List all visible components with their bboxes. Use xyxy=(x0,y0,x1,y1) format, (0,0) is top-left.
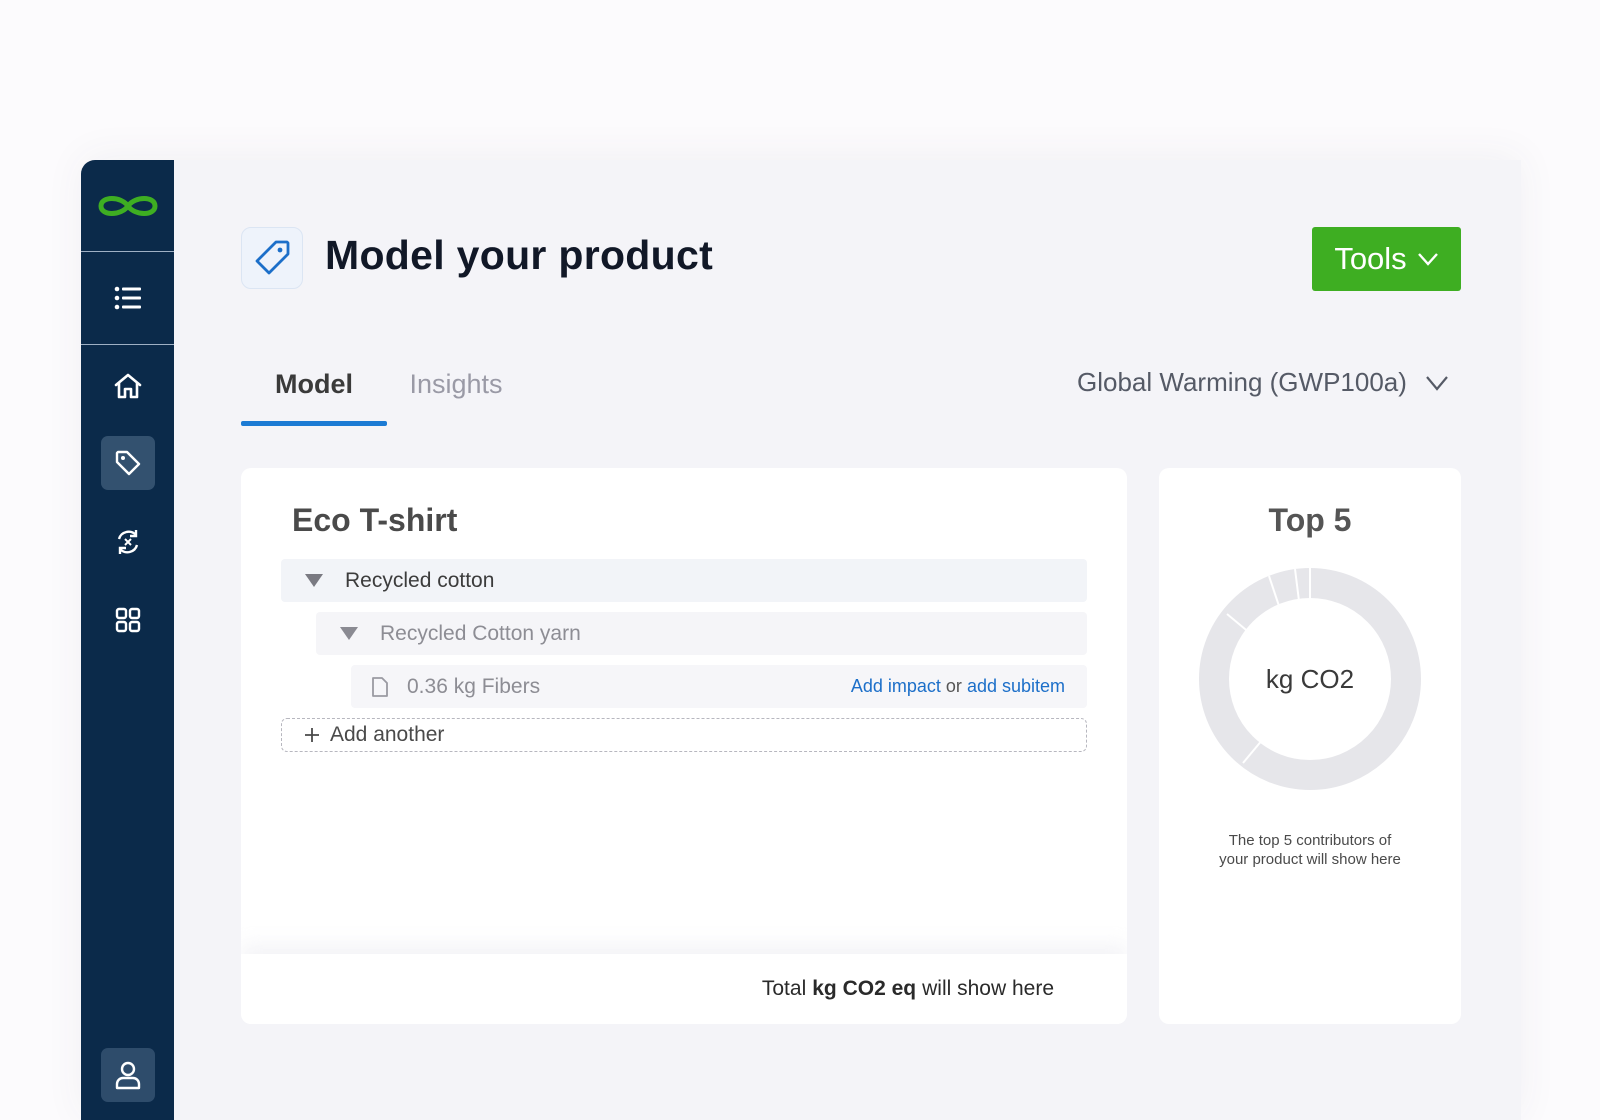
tree-item-label: Recycled cotton xyxy=(345,568,495,592)
tag-icon xyxy=(255,240,290,275)
item-actions: Add impact or add subitem xyxy=(851,676,1065,697)
recycle-icon xyxy=(117,530,139,554)
tools-button[interactable]: Tools xyxy=(1312,227,1461,291)
home-icon xyxy=(114,373,142,399)
impact-method-select[interactable]: Global Warming (GWP100a) xyxy=(1077,367,1449,398)
tree-item-label: Recycled Cotton yarn xyxy=(380,621,581,645)
sidebar xyxy=(81,160,174,1120)
top5-card: Top 5 kg CO2 The top 5 contributors of y… xyxy=(1159,468,1461,1024)
add-impact-link[interactable]: Add impact xyxy=(851,676,941,696)
add-another-label: Add another xyxy=(330,723,445,746)
total-unit: kg CO2 eq xyxy=(812,977,917,1000)
chevron-down-icon xyxy=(1417,253,1438,266)
product-name: Eco T-shirt xyxy=(292,502,458,538)
sidebar-item-apps[interactable] xyxy=(101,593,155,647)
tree-item-recycled-cotton-yarn[interactable]: Recycled Cotton yarn xyxy=(316,612,1087,655)
donut-center-label: kg CO2 xyxy=(1265,663,1355,694)
top5-title: Top 5 xyxy=(1268,502,1352,538)
tools-button-label: Tools xyxy=(1334,241,1407,276)
tree-item-label: 0.36 kg Fibers xyxy=(407,674,541,698)
top5-caption: The top 5 contributors of your product w… xyxy=(1179,831,1441,869)
page-icon xyxy=(241,227,303,289)
sidebar-item-product[interactable] xyxy=(101,436,155,490)
total-suffix: will show here xyxy=(922,977,1054,1000)
add-subitem-link[interactable]: add subitem xyxy=(967,676,1065,696)
page-title: Model your product xyxy=(325,232,714,278)
model-card: Eco T-shirt Recycled cotton Recycled Cot… xyxy=(241,468,1127,1024)
total-prefix: Total xyxy=(761,977,807,1000)
sidebar-menu-toggle[interactable] xyxy=(81,252,174,345)
infinity-logo-icon xyxy=(97,195,158,216)
sidebar-user-profile[interactable] xyxy=(101,1048,155,1102)
document-icon xyxy=(371,676,389,698)
grid-icon xyxy=(115,607,141,633)
tab-bar: Model Insights xyxy=(241,363,541,427)
tree-item-recycled-cotton[interactable]: Recycled cotton xyxy=(281,559,1087,602)
actions-separator: or xyxy=(945,676,962,696)
plus-icon xyxy=(305,728,319,742)
tree-item-fibers[interactable]: 0.36 kg Fibers Add impact or add subitem xyxy=(351,665,1087,708)
tab-insights[interactable]: Insights xyxy=(401,363,511,427)
sidebar-item-home[interactable] xyxy=(101,359,155,413)
tag-icon xyxy=(115,450,141,476)
total-footer: Total kg CO2 eq will show here xyxy=(241,954,1127,1024)
tab-model[interactable]: Model xyxy=(241,363,387,427)
expand-caret-icon[interactable] xyxy=(305,574,323,587)
top5-caption-line1: The top 5 contributors of xyxy=(1228,832,1392,849)
top5-caption-line2: your product will show here xyxy=(1219,851,1401,868)
user-icon xyxy=(115,1061,141,1090)
app-window: Model your product Tools Model Insights … xyxy=(81,160,1521,1120)
sidebar-item-lifecycle[interactable] xyxy=(101,515,155,569)
add-another-button[interactable]: Add another xyxy=(281,718,1087,752)
list-icon xyxy=(114,286,141,310)
active-tab-indicator xyxy=(241,421,387,426)
impact-method-value: Global Warming (GWP100a) xyxy=(1077,367,1407,397)
expand-caret-icon[interactable] xyxy=(340,627,358,640)
sidebar-logo[interactable] xyxy=(81,160,174,252)
chevron-down-icon xyxy=(1426,375,1448,391)
